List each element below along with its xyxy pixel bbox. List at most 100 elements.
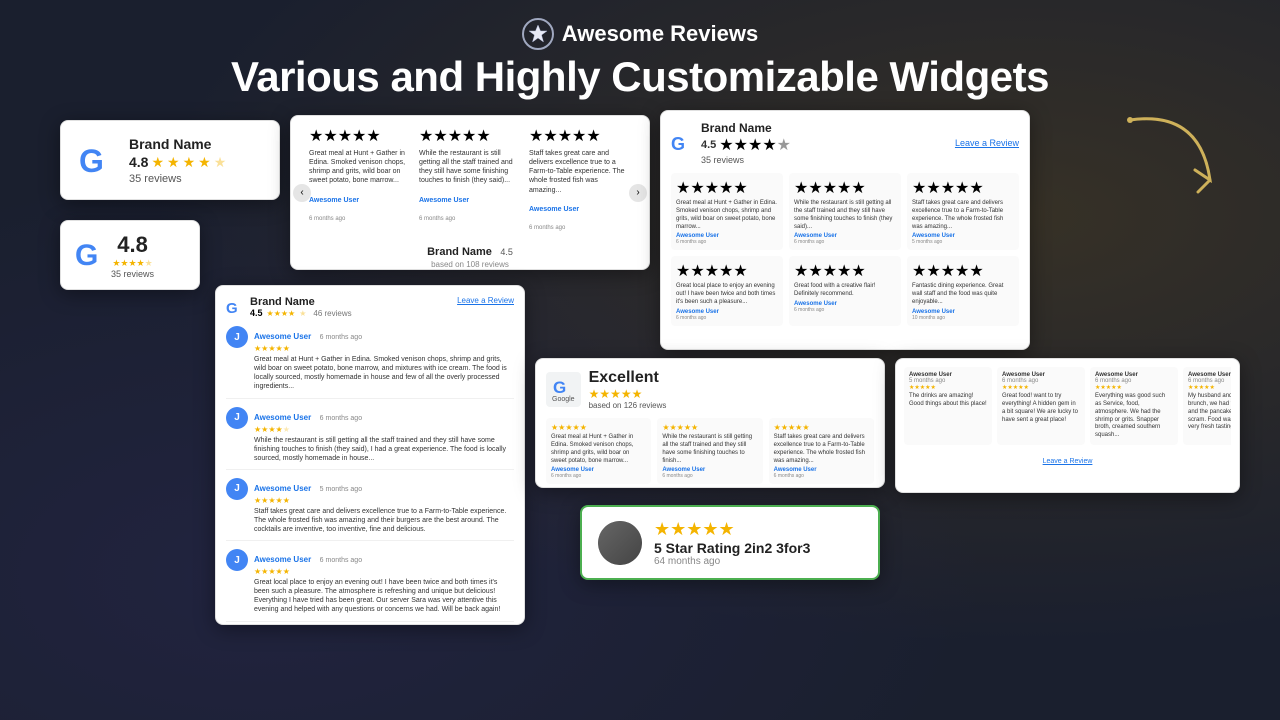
widget-list: G Brand Name 4.5 ★★★★★ 46 reviews Leave … [215,285,525,625]
carousel-time-2: 6 months ago [529,225,565,231]
widget-grid: G Brand Name 4.5 ★★★★★ 35 reviews Leave … [660,110,1030,350]
badge-rating: 4.8 [129,154,148,170]
app-logo-row: Awesome Reviews [0,18,1280,50]
carousel-prev-button[interactable]: ‹ [293,184,311,202]
grid-reviews-grid: ★★★★★ Great meal at Hunt + Gather in Edi… [671,173,1019,326]
wide-card-3: Awesome User 6 months ago ★★★★★ My husba… [1183,367,1231,445]
list-avatar-0: J [226,326,248,348]
carousel-author-1: Awesome User [419,197,469,204]
star-5-half: ★ [214,154,227,171]
widget-single-review: ★★★★★ 5 Star Rating 2in2 3for3 64 months… [580,505,880,580]
list-brand-info: Brand Name 4.5 ★★★★★ 46 reviews [250,296,352,318]
grid-rating: 4.5 [701,139,716,151]
horizontal-card-1: ★★★★★ While the restaurant is still gett… [657,418,762,484]
carousel-brand-name: Brand Name [427,246,492,258]
horizontal-header: G Google Excellent ★★★★★ based on 126 re… [546,369,874,410]
horizontal-stars: ★★★★★ [589,387,667,401]
list-avatar-2: J [226,478,248,500]
deco-arrow [1110,100,1230,225]
single-review-content: ★★★★★ 5 Star Rating 2in2 3for3 64 months… [654,519,810,567]
mini-rating-number: 4.8 [117,232,148,258]
list-stars-row: 4.5 ★★★★★ 46 reviews [250,308,352,318]
list-item-1: J Awesome User 6 months ago ★★★★★ While … [226,407,514,470]
list-item-0: J Awesome User 6 months ago ★★★★★ Great … [226,326,514,398]
mini-stars: ★ ★ ★ ★ ★ [112,258,152,269]
grid-leave-review-link[interactable]: Leave a Review [955,138,1019,148]
grid-header-left: G Brand Name 4.5 ★★★★★ 35 reviews [671,121,791,165]
horizontal-google-icon: G [553,376,573,396]
single-review-avatar [598,521,642,565]
list-reviews: J Awesome User 6 months ago ★★★★★ Great … [226,326,514,625]
list-header: G Brand Name 4.5 ★★★★★ 46 reviews Leave … [226,296,514,318]
carousel-next-button[interactable]: › [629,184,647,202]
grid-brand-info: Brand Name 4.5 ★★★★★ 35 reviews [701,121,791,165]
svg-text:G: G [75,239,98,272]
widget-brand-badge: G Brand Name 4.8 ★ ★ ★ ★ ★ 35 reviews [60,120,280,200]
wide-card-0: Awesome User 5 months ago ★★★★★ The drin… [904,367,992,445]
carousel-author-0: Awesome User [309,197,359,204]
list-avatar-3: J [226,549,248,571]
horizontal-reviews-count: based on 126 reviews [589,401,667,410]
carousel-review-1: ★★★★★ While the restaurant is still gett… [419,126,521,233]
header: Awesome Reviews Various and Highly Custo… [0,0,1280,110]
widget-mini-badge: G 4.8 ★ ★ ★ ★ ★ 35 reviews [60,220,200,290]
wide-scroll-cards: Awesome User 5 months ago ★★★★★ The drin… [904,367,1231,445]
grid-review-4: ★★★★★ Great food with a creative flair! … [789,256,901,325]
wide-card-2: Awesome User 6 months ago ★★★★★ Everythi… [1090,367,1178,445]
list-google-icon: G [226,298,244,316]
badge-stars-row: 4.8 ★ ★ ★ ★ ★ [129,154,226,171]
grid-review-5: ★★★★★ Fantastic dining experience. Great… [907,256,1019,325]
list-rating-num: 4.5 [250,308,263,318]
badge-brand-name: Brand Name [129,136,226,152]
google-multicolor-g: G [75,237,103,273]
list-reviews-count: 46 reviews [313,309,351,318]
list-leave-review-btn[interactable]: Leave a Review [457,296,514,305]
header-tagline: Various and Highly Customizable Widgets [0,54,1280,100]
horizontal-card-2: ★★★★★ Staff takes great care and deliver… [769,418,874,484]
carousel-author-2: Awesome User [529,206,579,213]
carousel-time-1: 6 months ago [419,216,455,222]
badge-info: Brand Name 4.8 ★ ★ ★ ★ ★ 35 reviews [129,136,226,185]
carousel-reviews-row: ★★★★★ Great meal at Hunt + Gather in Edi… [309,126,631,233]
single-review-title: 5 Star Rating 2in2 3for3 [654,540,810,556]
star-2: ★ [167,154,180,171]
list-review-content-2: Awesome User 5 months ago ★★★★★ Staff ta… [254,478,514,534]
carousel-review-text-1: While the restaurant is still getting al… [419,149,521,185]
grid-brand-name: Brand Name [701,121,791,135]
grid-review-0: ★★★★★ Great meal at Hunt + Gather in Edi… [671,173,783,250]
wide-card-1: Awesome User 6 months ago ★★★★★ Great fo… [997,367,1085,445]
google-g-icon: G [77,140,117,180]
single-stars-row: ★★★★★ [654,519,810,540]
horizontal-card-0: ★★★★★ Great meal at Hunt + Gather in Edi… [546,418,651,484]
mini-reviews-text: 35 reviews [111,269,154,279]
grid-reviews-count: 35 reviews [701,155,791,165]
horizontal-excellent-label: Excellent [589,369,667,387]
list-item-3: J Awesome User 6 months ago ★★★★★ Great … [226,549,514,621]
list-review-content-3: Awesome User 6 months ago ★★★★★ Great lo… [254,549,514,614]
list-avatar-1: J [226,407,248,429]
widgets-container: G Brand Name 4.8 ★ ★ ★ ★ ★ 35 reviews G … [0,110,1280,630]
star-1: ★ [151,154,164,171]
carousel-review-2: ★★★★★ Staff takes great care and deliver… [529,126,631,233]
star-4: ★ [198,154,211,171]
svg-text:G: G [79,143,104,179]
horizontal-logo-block: G Google [546,372,581,407]
app-name: Awesome Reviews [562,21,758,47]
widget-wide-scroll: Awesome User 5 months ago ★★★★★ The drin… [895,358,1240,493]
widget-horizontal-excellent: G Google Excellent ★★★★★ based on 126 re… [535,358,885,488]
carousel-review-text-2: Staff takes great care and delivers exce… [529,149,631,194]
horizontal-rating-block: Excellent ★★★★★ based on 126 reviews [589,369,667,410]
grid-stars: ★★★★★ [719,135,791,155]
mini-badge-info: 4.8 ★ ★ ★ ★ ★ 35 reviews [111,232,154,279]
carousel-review-text-0: Great meal at Hunt + Gather in Edina. Sm… [309,149,411,185]
horizontal-cards-row: ★★★★★ Great meal at Hunt + Gather in Edi… [546,418,874,484]
list-brand-name: Brand Name [250,296,352,308]
svg-text:G: G [671,134,685,154]
svg-text:G: G [553,378,566,396]
star-3: ★ [183,154,196,171]
grid-review-3: ★★★★★ Great local place to enjoy an even… [671,256,783,325]
carousel-reviews-based: based on 108 reviews [309,260,631,269]
badge-reviews-count: 35 reviews [129,173,226,185]
grid-google-icon: G [671,132,693,154]
wide-leave-review[interactable]: Leave a Review [904,450,1231,468]
